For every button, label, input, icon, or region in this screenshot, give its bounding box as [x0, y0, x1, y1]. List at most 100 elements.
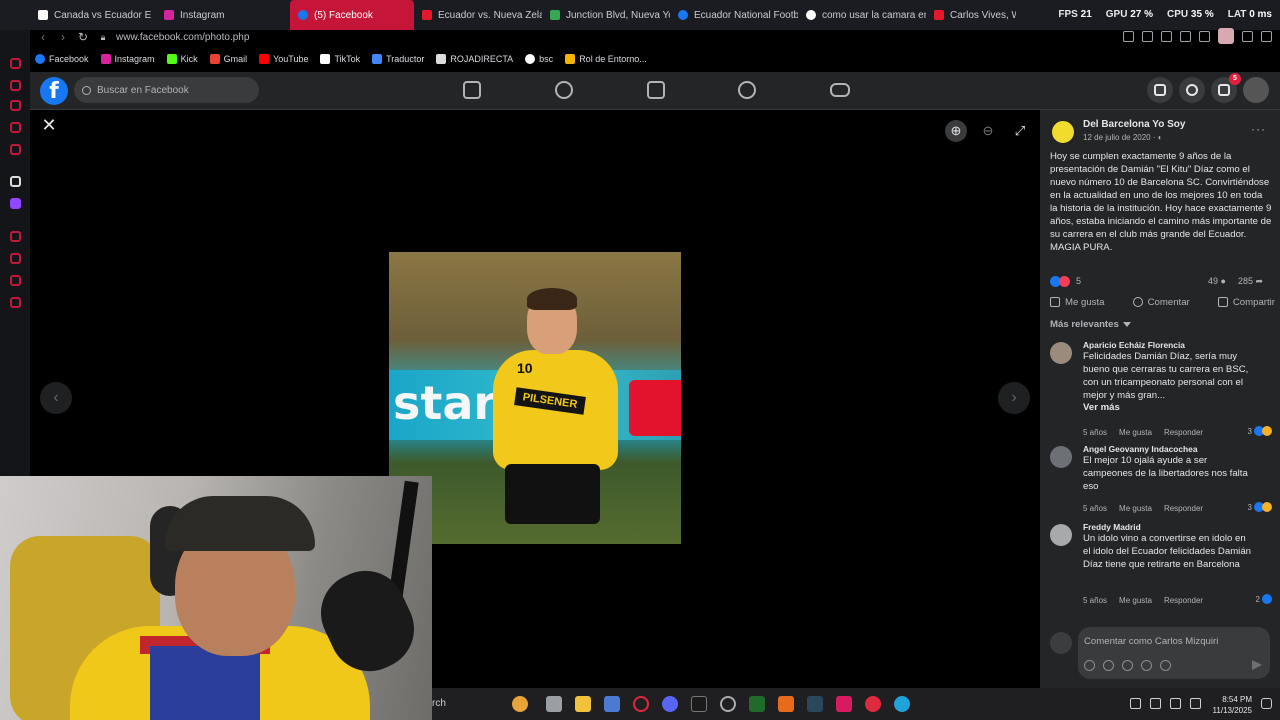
comment-reply-link[interactable]: Responder: [1164, 428, 1203, 437]
share-count[interactable]: 285 ➦: [1238, 276, 1263, 287]
sidebar-settings-icon[interactable]: [10, 297, 21, 308]
notification-center-icon[interactable]: [1261, 698, 1272, 709]
post-date[interactable]: 12 de julio de 2020 · ◐: [1083, 133, 1163, 142]
previous-photo-button[interactable]: ‹: [40, 382, 72, 414]
groups-icon[interactable]: [738, 81, 756, 99]
post-photo[interactable]: star 10 PILSENER: [389, 252, 681, 544]
url-text[interactable]: www.facebook.com/photo.php: [116, 32, 249, 43]
reaction-count[interactable]: 5: [1076, 276, 1081, 286]
comment-input[interactable]: Comentar como Carlos Mizquiri: [1078, 627, 1270, 679]
download-icon[interactable]: [1242, 30, 1253, 42]
sidebar-pin-icon[interactable]: [10, 275, 21, 286]
messenger-button[interactable]: [1179, 77, 1205, 103]
comment-reactions[interactable]: 2: [1256, 594, 1272, 604]
sidebar-home-icon[interactable]: [10, 58, 21, 69]
comment-author[interactable]: Angel Geovanny Indacochea: [1083, 444, 1251, 454]
heart-icon[interactable]: [1199, 30, 1210, 42]
gaming-icon[interactable]: [830, 83, 850, 97]
menu-icon[interactable]: [1261, 30, 1272, 42]
more-options-icon[interactable]: ···: [1251, 122, 1266, 136]
discord-icon[interactable]: [662, 696, 678, 712]
commenter-avatar[interactable]: [1050, 524, 1072, 546]
sidebar-player-icon[interactable]: [10, 231, 21, 242]
comment-like-link[interactable]: Me gusta: [1119, 504, 1152, 513]
settings-icon[interactable]: [720, 696, 736, 712]
menu-grid-button[interactable]: [1147, 77, 1173, 103]
capcut-icon[interactable]: [691, 696, 707, 712]
bookmark-facebook[interactable]: Facebook: [35, 54, 89, 64]
sidebar-wallet-icon[interactable]: [10, 100, 21, 111]
gif-icon[interactable]: [1141, 660, 1152, 671]
nvidia-icon[interactable]: [749, 696, 765, 712]
comment-age[interactable]: 5 años: [1083, 504, 1107, 513]
share-button[interactable]: Compartir: [1217, 294, 1275, 310]
bookmark-gmail[interactable]: Gmail: [209, 54, 247, 64]
weather-icon[interactable]: [512, 696, 528, 712]
page-name[interactable]: Del Barcelona Yo Soy: [1083, 119, 1185, 130]
taskbar-search[interactable]: rch: [432, 698, 446, 709]
forward-icon[interactable]: ›: [56, 30, 70, 44]
zoom-out-icon[interactable]: ⊖: [977, 120, 999, 142]
tab-canada-ecuador[interactable]: Canada vs Ecuador E: [30, 0, 156, 30]
profile-avatar[interactable]: [1218, 28, 1234, 44]
tab-ecuador-national[interactable]: Ecuador National Footba: [670, 0, 798, 30]
clock[interactable]: 8:54 PM 11/13/2025: [1213, 694, 1252, 716]
search-input[interactable]: Buscar en Facebook: [74, 77, 259, 103]
like-button[interactable]: Me gusta: [1050, 294, 1104, 310]
comment-button[interactable]: Comentar: [1132, 294, 1190, 310]
bookmark-rol-entorno[interactable]: Rol de Entorno...: [565, 54, 647, 64]
steam-icon[interactable]: [807, 696, 823, 712]
composer-avatar[interactable]: [1050, 632, 1072, 654]
marketplace-icon[interactable]: [647, 81, 665, 99]
fullscreen-icon[interactable]: ⤢: [1009, 120, 1031, 142]
tab-instagram[interactable]: Instagram: [156, 0, 282, 30]
volume-icon[interactable]: [1130, 698, 1141, 709]
comment-age[interactable]: 5 años: [1083, 596, 1107, 605]
page-avatar[interactable]: [1050, 119, 1076, 145]
facebook-logo[interactable]: f: [40, 77, 68, 105]
player-icon[interactable]: [1180, 30, 1191, 42]
mic-icon[interactable]: [1150, 698, 1161, 709]
bookmark-youtube[interactable]: YouTube: [259, 54, 308, 64]
extensions-icon[interactable]: [1161, 30, 1172, 42]
tiktok-live-icon[interactable]: [836, 696, 852, 712]
see-more-link[interactable]: Ver más: [1083, 402, 1251, 413]
comment-reply-link[interactable]: Responder: [1164, 596, 1203, 605]
opera-taskbar-icon[interactable]: [633, 696, 649, 712]
bookmark-kick[interactable]: Kick: [166, 54, 198, 64]
home-icon[interactable]: [463, 81, 481, 99]
zoom-in-icon[interactable]: ⊕: [945, 120, 967, 142]
bookmark-bsc[interactable]: bsc: [525, 54, 553, 64]
tab-ecuador-nz[interactable]: Ecuador vs. Nueva Zelan: [414, 0, 542, 30]
store-icon[interactable]: [604, 696, 620, 712]
send-icon[interactable]: [1252, 660, 1262, 670]
back-icon[interactable]: ‹: [36, 30, 50, 44]
close-icon[interactable]: ✕: [40, 116, 58, 134]
comment-age[interactable]: 5 años: [1083, 428, 1107, 437]
lock-icon[interactable]: 🔒︎: [96, 30, 110, 44]
commenter-avatar[interactable]: [1050, 342, 1072, 364]
bookmark-tiktok[interactable]: TikTok: [320, 54, 360, 64]
sidebar-twitch-icon[interactable]: [10, 198, 21, 209]
notifications-button[interactable]: 5: [1211, 73, 1241, 103]
comment-like-link[interactable]: Me gusta: [1119, 596, 1152, 605]
comment-like-link[interactable]: Me gusta: [1119, 428, 1152, 437]
account-avatar[interactable]: [1243, 77, 1269, 103]
task-view-icon[interactable]: [546, 696, 562, 712]
sidebar-messenger-icon[interactable]: [10, 122, 21, 133]
bookmark-rojadirecta[interactable]: ROJADIRECTA: [436, 54, 513, 64]
snapshot-icon[interactable]: [1142, 30, 1153, 42]
tab-camara[interactable]: como usar la camara en: [798, 0, 926, 30]
tab-junction-blvd[interactable]: Junction Blvd, Nueva Yo: [542, 0, 670, 30]
commenter-avatar[interactable]: [1050, 446, 1072, 468]
comment-count[interactable]: 49 ●: [1208, 276, 1226, 286]
bookmark-instagram[interactable]: Instagram: [100, 54, 155, 64]
bookmark-traductor[interactable]: Traductor: [372, 54, 424, 64]
reload-icon[interactable]: ↻: [76, 30, 90, 44]
sidebar-history-icon[interactable]: [10, 80, 21, 91]
comment-sort-dropdown[interactable]: Más relevantes: [1050, 319, 1131, 330]
tab-carlos-vives[interactable]: Carlos Vives, Wisin: [926, 0, 1016, 30]
comment-reply-link[interactable]: Responder: [1164, 504, 1203, 513]
camera-icon[interactable]: [1122, 660, 1133, 671]
tab-facebook[interactable]: (5) Facebook: [290, 0, 414, 30]
